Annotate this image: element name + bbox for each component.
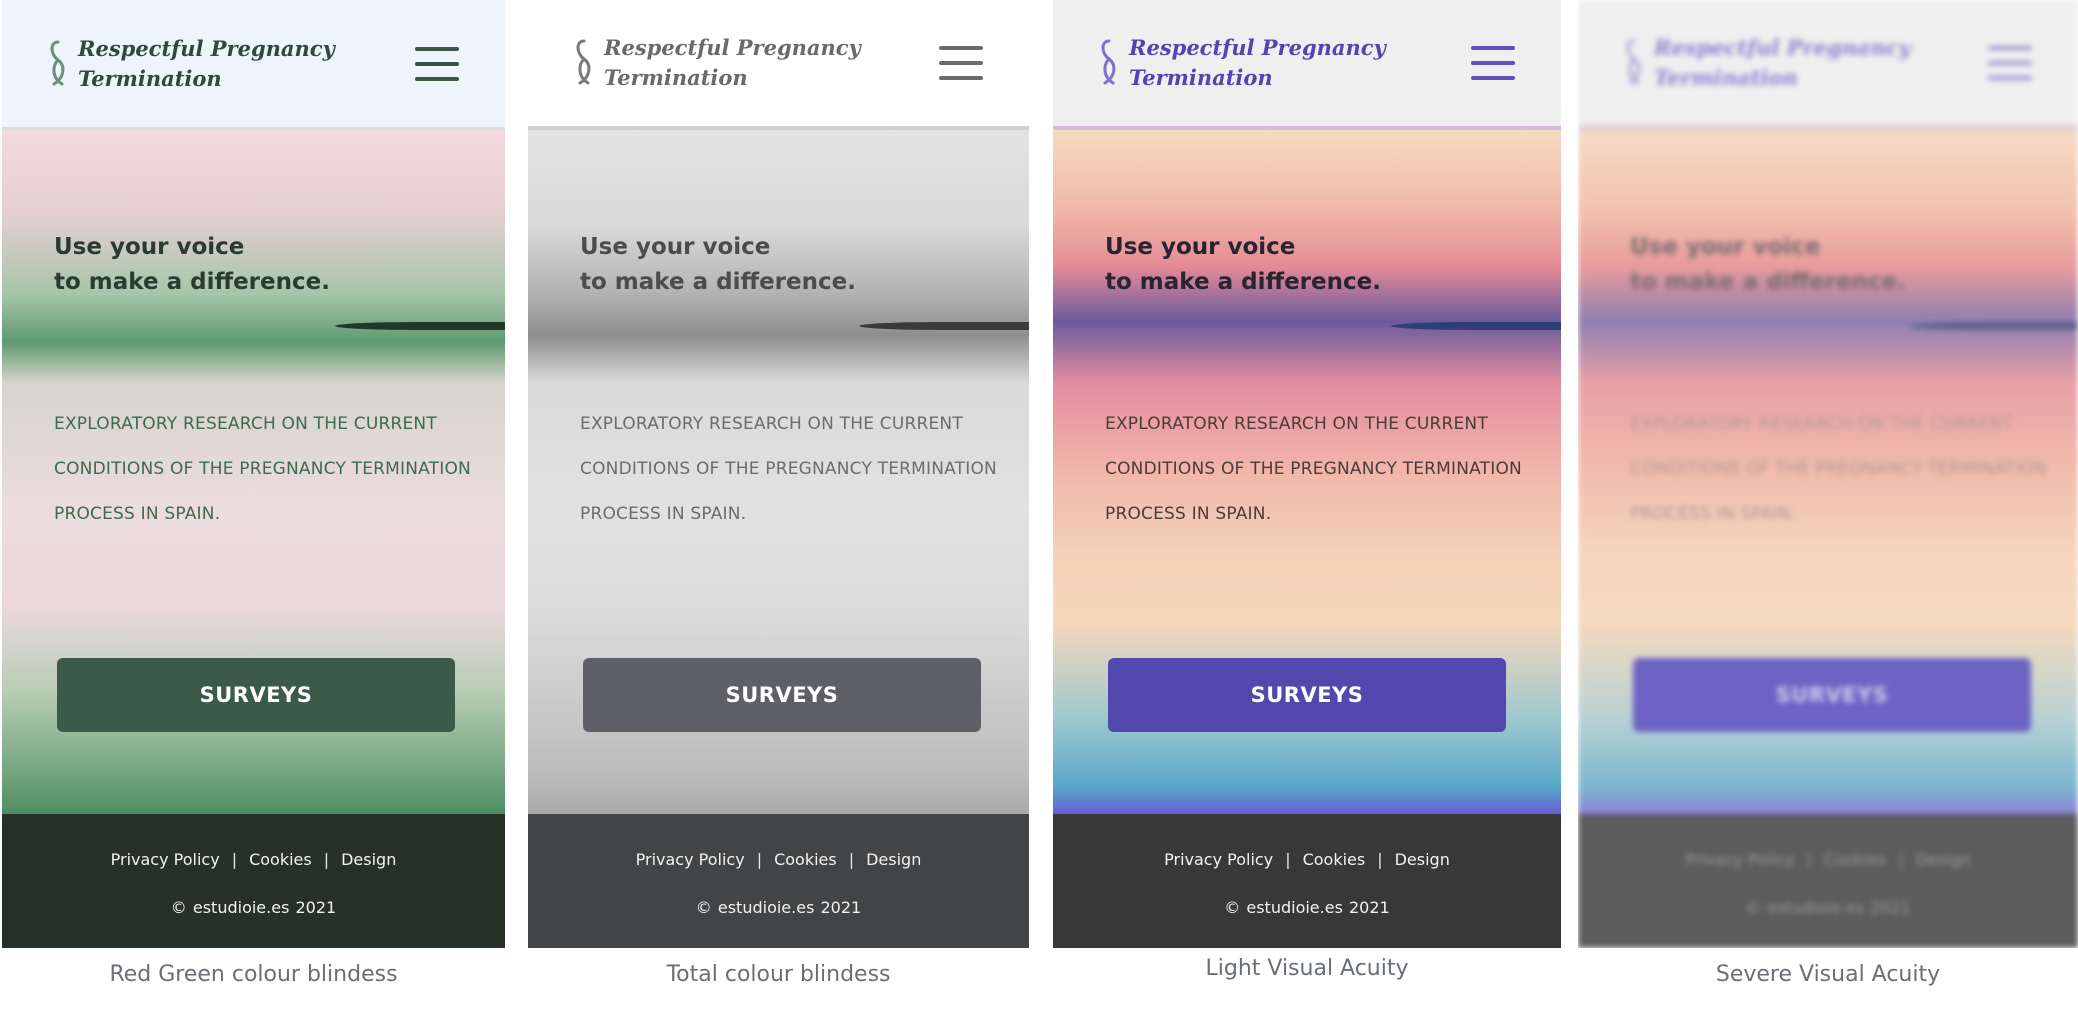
footer-links: Privacy Policy | Cookies | Design bbox=[1053, 850, 1561, 869]
cookies-link[interactable]: Cookies bbox=[1824, 850, 1887, 869]
site-header: Respectful Pregnancy Termination bbox=[1578, 0, 2078, 130]
research-description: EXPLORATORY RESEARCH ON THE CURRENT COND… bbox=[1105, 414, 1522, 524]
site-footer: Privacy Policy | Cookies | Design © estu… bbox=[1578, 814, 2078, 948]
brand[interactable]: Respectful Pregnancy Termination bbox=[1095, 33, 1389, 93]
tagline-line-2: to make a difference. bbox=[1630, 269, 1906, 295]
design-link[interactable]: Design bbox=[1916, 850, 1971, 869]
tagline-line-1: Use your voice bbox=[1105, 234, 1296, 260]
tagline-line-2: to make a difference. bbox=[54, 269, 330, 295]
footer-links: Privacy Policy | Cookies | Design bbox=[1578, 850, 2078, 869]
footer-links: Privacy Policy | Cookies | Design bbox=[2, 850, 505, 869]
hero-section: Use your voice to make a difference. EXP… bbox=[1578, 130, 2078, 814]
footer-separator: | bbox=[1377, 850, 1383, 869]
privacy-policy-link[interactable]: Privacy Policy bbox=[111, 850, 220, 869]
hero-section: Use your voice to make a difference. EXP… bbox=[2, 130, 505, 814]
island-silhouette bbox=[335, 322, 505, 330]
surveys-button[interactable]: SURVEYS bbox=[1108, 658, 1506, 732]
cookies-link[interactable]: Cookies bbox=[774, 850, 837, 869]
hero-tagline: Use your voice to make a difference. bbox=[580, 230, 1000, 300]
brand-name: Respectful Pregnancy Termination bbox=[604, 35, 861, 90]
island-silhouette bbox=[1391, 322, 1561, 330]
footer-separator: | bbox=[1898, 850, 1904, 869]
brand-name: Respectful Pregnancy Termination bbox=[1129, 35, 1386, 90]
copyright: © estudioie.es 2021 bbox=[1224, 898, 1390, 917]
brand-name: Respectful Pregnancy Termination bbox=[1654, 35, 1911, 90]
design-link[interactable]: Design bbox=[1395, 850, 1450, 869]
copyright: © estudioie.es 2021 bbox=[170, 898, 337, 917]
surveys-button[interactable]: SURVEYS bbox=[1633, 658, 2031, 732]
island-silhouette bbox=[1908, 322, 2078, 330]
hero-section: Use your voice to make a difference. EXP… bbox=[528, 130, 1029, 814]
privacy-policy-link[interactable]: Privacy Policy bbox=[1685, 850, 1794, 869]
privacy-policy-link[interactable]: Privacy Policy bbox=[1164, 850, 1273, 869]
cookies-link[interactable]: Cookies bbox=[249, 850, 312, 869]
design-link[interactable]: Design bbox=[866, 850, 921, 869]
cookies-link[interactable]: Cookies bbox=[1303, 850, 1366, 869]
footer-separator: | bbox=[1285, 850, 1291, 869]
surveys-button[interactable]: SURVEYS bbox=[57, 658, 455, 732]
hamburger-menu-icon[interactable] bbox=[415, 46, 459, 81]
footer-separator: | bbox=[323, 850, 330, 869]
phone-mockup-light-acuity: Respectful Pregnancy Termination Use you… bbox=[1053, 0, 1561, 948]
research-description: EXPLORATORY RESEARCH ON THE CURRENT COND… bbox=[54, 414, 471, 524]
footer-links: Privacy Policy | Cookies | Design bbox=[528, 850, 1029, 869]
research-description: EXPLORATORY RESEARCH ON THE CURRENT COND… bbox=[580, 414, 997, 524]
brand[interactable]: Respectful Pregnancy Termination bbox=[1620, 33, 1914, 93]
copyright: © estudioie.es 2021 bbox=[1745, 898, 1911, 917]
site-header: Respectful Pregnancy Termination bbox=[528, 0, 1029, 130]
hero-section: Use your voice to make a difference. EXP… bbox=[1053, 130, 1561, 814]
tagline-line-1: Use your voice bbox=[54, 234, 245, 260]
caption-red-green: Red Green colour blindess bbox=[109, 962, 398, 987]
phone-mockup-red-green: Respectful Pregnancy Termination Use you… bbox=[2, 0, 505, 948]
tagline-line-1: Use your voice bbox=[1630, 234, 1821, 260]
footer-separator: | bbox=[1806, 850, 1812, 869]
phone-mockup-severe-acuity: Respectful Pregnancy Termination Use you… bbox=[1578, 0, 2078, 948]
phone-mockup-total-colour-blind: Respectful Pregnancy Termination Use you… bbox=[528, 0, 1029, 948]
caption-severe-acuity: Severe Visual Acuity bbox=[1715, 962, 1941, 987]
ribbon-logo-icon bbox=[576, 39, 591, 85]
footer-separator: | bbox=[756, 850, 763, 869]
ribbon-logo-icon bbox=[50, 40, 65, 85]
brand-name: Respectful Pregnancy Termination bbox=[78, 35, 335, 91]
site-footer: Privacy Policy | Cookies | Design © estu… bbox=[1053, 814, 1561, 948]
hamburger-menu-icon[interactable] bbox=[939, 46, 983, 80]
ribbon-logo-icon bbox=[1101, 39, 1116, 85]
site-footer: Privacy Policy | Cookies | Design © estu… bbox=[2, 814, 505, 948]
tagline-line-1: Use your voice bbox=[580, 234, 771, 260]
site-header: Respectful Pregnancy Termination bbox=[2, 0, 505, 130]
site-header: Respectful Pregnancy Termination bbox=[1053, 0, 1561, 130]
tagline-line-2: to make a difference. bbox=[1105, 269, 1381, 295]
brand[interactable]: Respectful Pregnancy Termination bbox=[570, 33, 864, 93]
privacy-policy-link[interactable]: Privacy Policy bbox=[636, 850, 745, 869]
design-link[interactable]: Design bbox=[341, 850, 396, 869]
surveys-button[interactable]: SURVEYS bbox=[583, 658, 981, 732]
footer-separator: | bbox=[231, 850, 238, 869]
caption-light-acuity: Light Visual Acuity bbox=[1205, 956, 1409, 981]
research-description: EXPLORATORY RESEARCH ON THE CURRENT COND… bbox=[1630, 414, 2047, 524]
hero-tagline: Use your voice to make a difference. bbox=[54, 230, 474, 300]
hamburger-menu-icon[interactable] bbox=[1988, 46, 2032, 80]
site-footer: Privacy Policy | Cookies | Design © estu… bbox=[528, 814, 1029, 948]
hero-tagline: Use your voice to make a difference. bbox=[1105, 230, 1525, 300]
hero-tagline: Use your voice to make a difference. bbox=[1630, 230, 2050, 300]
footer-separator: | bbox=[848, 850, 855, 869]
ribbon-logo-icon bbox=[1626, 39, 1641, 85]
brand[interactable]: Respectful Pregnancy Termination bbox=[44, 34, 338, 94]
hamburger-menu-icon[interactable] bbox=[1471, 46, 1515, 80]
caption-total-colour-blind: Total colour blindess bbox=[666, 962, 891, 987]
island-silhouette bbox=[859, 322, 1029, 330]
tagline-line-2: to make a difference. bbox=[580, 269, 856, 295]
copyright: © estudioie.es 2021 bbox=[695, 898, 862, 917]
